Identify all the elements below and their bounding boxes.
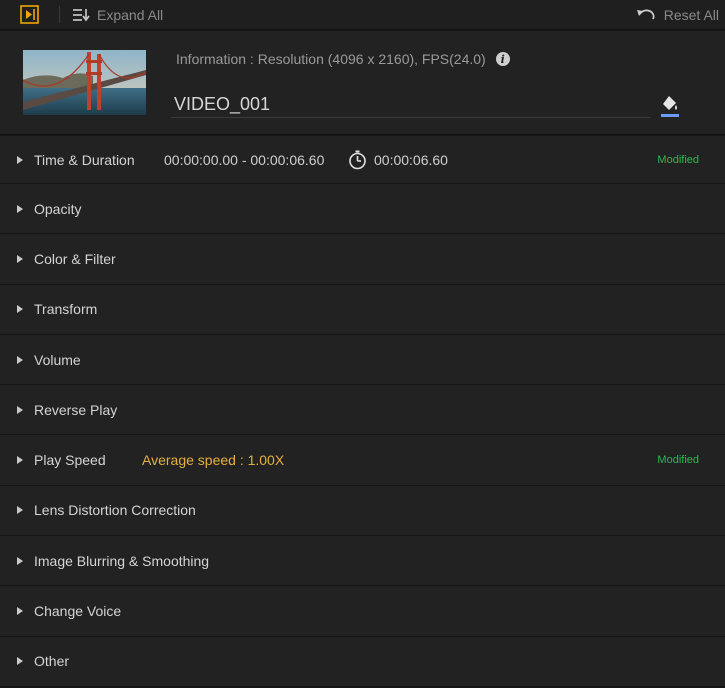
section-label: Time & Duration: [34, 151, 135, 168]
section-other[interactable]: Other: [0, 636, 725, 687]
clip-properties-icon[interactable]: [20, 5, 39, 24]
section-label: Transform: [34, 301, 98, 318]
section-label: Volume: [34, 351, 81, 368]
time-range: 00:00:00.00 - 00:00:06.60: [164, 151, 325, 168]
caret-right-icon: [17, 254, 23, 263]
paint-bucket-icon[interactable]: [660, 94, 680, 118]
duration-value: 00:00:06.60: [374, 151, 448, 168]
section-change-voice[interactable]: Change Voice: [0, 586, 725, 637]
undo-icon: [636, 9, 655, 20]
caret-right-icon: [17, 607, 23, 616]
caret-right-icon: [17, 204, 23, 213]
section-opacity[interactable]: Opacity: [0, 184, 725, 235]
section-label: Color & Filter: [34, 250, 116, 267]
section-color-filter[interactable]: Color & Filter: [0, 234, 725, 285]
section-transform[interactable]: Transform: [0, 284, 725, 335]
modified-badge: Modified: [657, 454, 699, 467]
clip-information-text: Information : Resolution (4096 x 2160), …: [176, 51, 486, 67]
clip-information: Information : Resolution (4096 x 2160), …: [176, 51, 510, 67]
reset-all-button[interactable]: Reset All: [636, 4, 719, 26]
section-image-blurring[interactable]: Image Blurring & Smoothing: [0, 536, 725, 587]
caret-right-icon: [17, 456, 23, 465]
expand-all-button[interactable]: Expand All: [72, 4, 163, 26]
info-icon[interactable]: i: [495, 52, 510, 66]
section-label: Reverse Play: [34, 401, 118, 418]
section-play-speed[interactable]: Play Speed Average speed : 1.00X Modifie…: [0, 435, 725, 486]
section-label: Opacity: [34, 200, 82, 217]
caret-right-icon: [17, 657, 23, 666]
section-label: Change Voice: [34, 603, 122, 620]
toolbar: Expand All Reset All: [0, 0, 725, 30]
section-label: Other: [34, 653, 70, 670]
modified-badge: Modified: [657, 153, 699, 166]
reset-all-label: Reset All: [663, 7, 719, 23]
average-speed: Average speed : 1.00X: [142, 452, 285, 469]
caret-right-icon: [17, 305, 23, 314]
section-label: Image Blurring & Smoothing: [34, 552, 210, 569]
caret-right-icon: [17, 506, 23, 515]
section-label: Lens Distortion Correction: [34, 502, 196, 519]
toolbar-divider: [59, 6, 60, 23]
section-time-duration[interactable]: Time & Duration 00:00:00.00 - 00:00:06.6…: [0, 136, 725, 184]
stopwatch-icon: [349, 150, 366, 169]
clip-name-field[interactable]: [171, 91, 651, 118]
expand-all-icon: [73, 9, 90, 22]
clip-info-panel: Information : Resolution (4096 x 2160), …: [0, 31, 725, 135]
section-lens-distortion[interactable]: Lens Distortion Correction: [0, 485, 725, 537]
section-label: Play Speed: [34, 452, 106, 469]
caret-right-icon: [17, 155, 23, 164]
property-sections: Time & Duration 00:00:00.00 - 00:00:06.6…: [0, 136, 725, 687]
expand-all-label: Expand All: [97, 7, 164, 23]
caret-right-icon: [17, 355, 23, 364]
section-reverse-play[interactable]: Reverse Play: [0, 385, 725, 436]
clip-thumbnail: [23, 50, 146, 115]
caret-right-icon: [17, 556, 23, 565]
section-volume[interactable]: Volume: [0, 334, 725, 386]
caret-right-icon: [17, 405, 23, 414]
